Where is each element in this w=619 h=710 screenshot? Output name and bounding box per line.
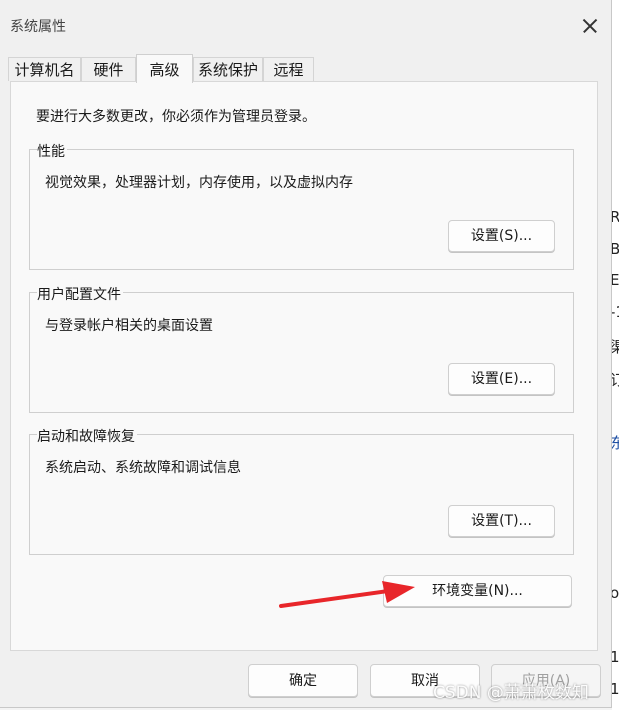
admin-notice: 要进行大多数更改，你必须作为管理员登录。 (36, 109, 316, 125)
tab-hardware[interactable]: 硬件 (81, 57, 136, 81)
startup-recovery-group-title: 启动和故障恢复 (37, 426, 137, 446)
csdn-watermark: CSDN @萧萧枚数知 (433, 683, 589, 703)
bg-text: E3 (612, 271, 619, 289)
bg-text: ow (612, 584, 619, 602)
bg-text: 1 (612, 680, 619, 698)
tab-remote[interactable]: 远程 (263, 57, 314, 81)
title-bar[interactable]: 系统属性 (0, 0, 612, 50)
tab-system-protection[interactable]: 系统保护 (193, 57, 263, 81)
bg-text: -1 (612, 303, 619, 321)
bg-text: B (612, 240, 619, 258)
window-title: 系统属性 (10, 19, 66, 35)
background-window-edge: R) B E3 -1 渠 订 东 ow 10 1 (612, 0, 619, 710)
user-profiles-group-title: 用户配置文件 (37, 284, 123, 304)
startup-recovery-desc: 系统启动、系统故障和调试信息 (45, 460, 241, 476)
bg-text: 10 (612, 648, 619, 666)
user-profiles-settings-button[interactable]: 设置(E)... (448, 363, 555, 395)
startup-recovery-settings-button[interactable]: 设置(T)... (448, 505, 555, 537)
ok-button[interactable]: 确定 (248, 664, 358, 697)
bg-text: 订 (612, 369, 619, 390)
close-icon[interactable] (578, 14, 602, 38)
performance-group-title: 性能 (37, 141, 67, 161)
bg-link-text: 东 (612, 432, 619, 453)
tab-computer-name[interactable]: 计算机名 (8, 57, 81, 81)
bg-text: R) (612, 208, 619, 226)
bg-text: 渠 (612, 336, 619, 357)
user-profiles-desc: 与登录帐户相关的桌面设置 (45, 318, 213, 334)
performance-settings-button[interactable]: 设置(S)... (448, 220, 555, 252)
tab-advanced[interactable]: 高级 (136, 54, 193, 83)
system-properties-dialog: 系统属性 计算机名 硬件 高级 系统保护 远程 要进行大多数更改，你必须作为管理… (0, 0, 612, 708)
red-arrow-icon (279, 581, 415, 608)
performance-desc: 视觉效果，处理器计划，内存使用，以及虚拟内存 (45, 175, 353, 191)
